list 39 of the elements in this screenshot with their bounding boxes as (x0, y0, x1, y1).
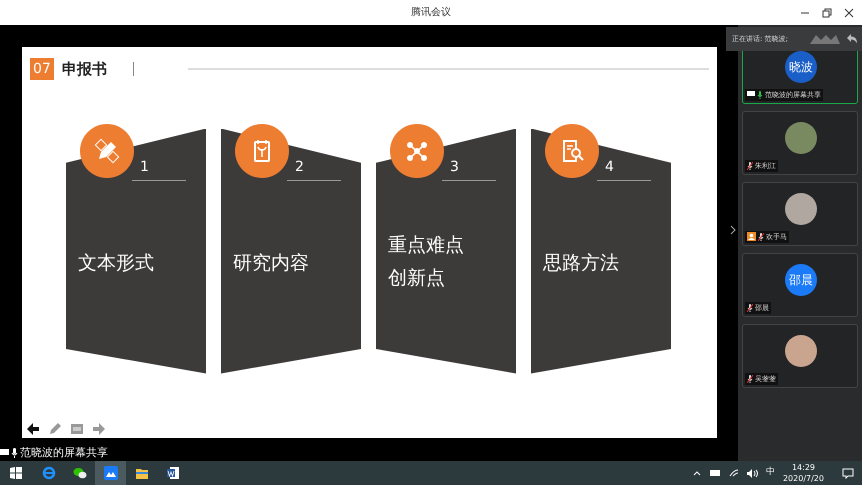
photo-placeholder (785, 193, 817, 225)
slide-title: 申报书 (62, 59, 107, 80)
clipboard-sprout-icon (235, 124, 289, 178)
document-magnifier-icon (545, 124, 599, 178)
forward-arrow-icon[interactable] (92, 422, 106, 436)
expand-chevron-icon[interactable] (730, 225, 736, 235)
notification-icon[interactable] (842, 468, 854, 478)
screen-share-icon (0, 448, 9, 458)
volume-icon[interactable] (746, 468, 758, 478)
card-title: 研究内容 (233, 250, 309, 276)
logo-icon (810, 33, 840, 45)
input-method-indicator[interactable]: 中 (766, 466, 775, 480)
return-icon[interactable] (846, 33, 858, 45)
comment-icon[interactable] (70, 422, 84, 436)
card-number: 4 (605, 158, 614, 176)
card-number: 2 (295, 158, 304, 176)
avatar-initials: 邵晨 (785, 264, 817, 296)
avatar-initials: 晓波 (785, 51, 817, 83)
section-number: 07 (30, 58, 54, 80)
pencil-icon[interactable] (48, 422, 62, 436)
back-arrow-icon[interactable] (26, 422, 40, 436)
card-number: 3 (450, 158, 459, 176)
card-title: 思路方法 (543, 250, 619, 276)
photo-placeholder (785, 122, 817, 154)
clock-date: 2020/7/20 (782, 473, 824, 484)
card-number: 1 (140, 158, 149, 176)
mountain-logo-icon[interactable] (95, 461, 126, 485)
card-title: 文本形式 (78, 250, 154, 276)
network-nodes-icon (390, 124, 444, 178)
chevron-up-icon[interactable] (692, 470, 701, 476)
microphone-icon (11, 448, 18, 458)
battery-icon[interactable] (708, 469, 721, 477)
photo-placeholder (785, 335, 817, 367)
clock-time: 14:29 (792, 462, 816, 473)
wifi-icon[interactable] (728, 469, 739, 477)
card-title: 创新点 (388, 266, 446, 290)
window-title: 腾讯会议 (411, 6, 451, 20)
screen-share-label: 范晓波的屏幕共享 (20, 444, 108, 460)
card-title: 重点难点 (388, 232, 464, 258)
